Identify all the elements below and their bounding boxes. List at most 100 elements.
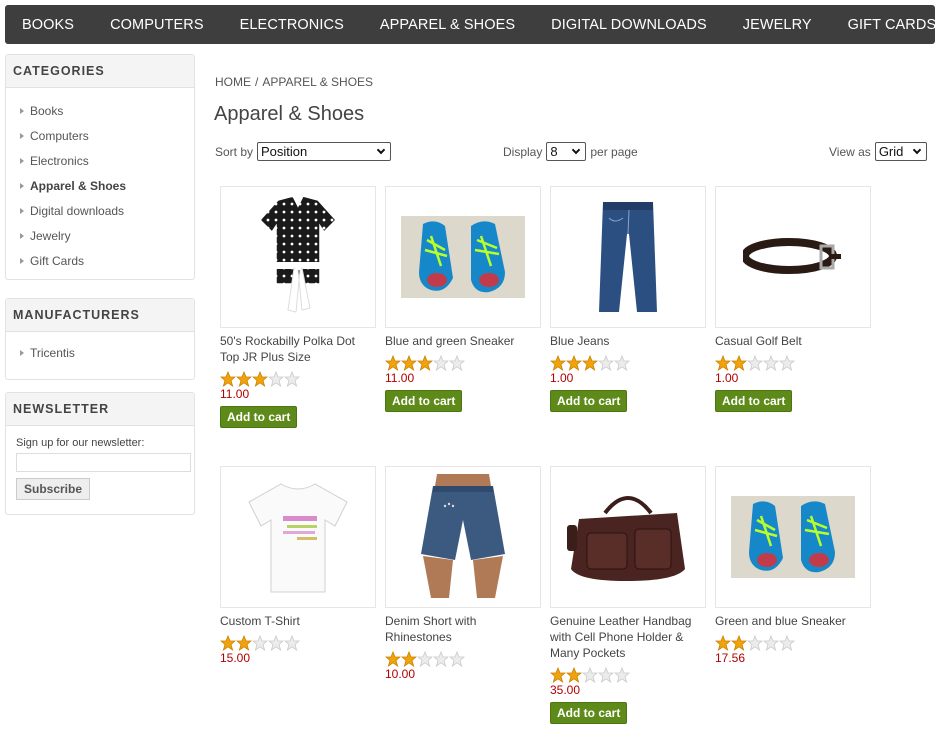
add-to-cart-button[interactable]: Add to cart bbox=[550, 390, 628, 412]
add-to-cart-button[interactable]: Add to cart bbox=[715, 390, 793, 412]
manufacturer-tricentis[interactable]: Tricentis bbox=[20, 340, 194, 365]
menu-gift-cards[interactable]: GIFT CARDS bbox=[848, 17, 937, 33]
rating-stars bbox=[385, 651, 541, 667]
product-card: Blue Jeans 1.00 Add to cart bbox=[550, 186, 706, 412]
arrow-right-icon bbox=[20, 157, 24, 164]
page-size-select[interactable]: 8 bbox=[546, 142, 587, 161]
product-title[interactable]: Green and blue Sneaker bbox=[715, 613, 871, 629]
product-price: 15.00 bbox=[220, 651, 251, 665]
category-computers[interactable]: Computers bbox=[20, 123, 194, 148]
chevron-down-icon bbox=[572, 145, 581, 155]
product-image[interactable] bbox=[715, 186, 871, 328]
manufacturers-title: MANUFACTURERS bbox=[6, 299, 194, 332]
star-filled-icon bbox=[566, 667, 582, 683]
display-label: Display bbox=[503, 144, 543, 159]
star-empty-icon bbox=[268, 635, 284, 651]
rating-stars bbox=[385, 355, 541, 371]
manufacturers-block: MANUFACTURERS Tricentis bbox=[5, 298, 195, 380]
arrow-right-icon bbox=[20, 182, 24, 189]
product-card: 50's Rockabilly Polka Dot Top JR Plus Si… bbox=[220, 186, 376, 428]
star-empty-icon bbox=[284, 371, 300, 387]
handbag-image bbox=[567, 496, 685, 581]
star-empty-icon bbox=[779, 355, 795, 371]
product-image[interactable] bbox=[550, 466, 706, 608]
star-empty-icon bbox=[449, 355, 465, 371]
chevron-down-icon bbox=[376, 145, 386, 155]
star-empty-icon bbox=[763, 355, 779, 371]
star-empty-icon bbox=[284, 635, 300, 651]
product-image[interactable] bbox=[220, 466, 376, 608]
categories-title: CATEGORIES bbox=[6, 55, 194, 88]
menu-jewelry[interactable]: JEWELRY bbox=[743, 17, 812, 33]
star-filled-icon bbox=[731, 355, 747, 371]
add-to-cart-button[interactable]: Add to cart bbox=[550, 702, 628, 724]
star-empty-icon bbox=[433, 651, 449, 667]
product-image[interactable] bbox=[385, 186, 541, 328]
sort-by-control: Sort by Position bbox=[215, 142, 395, 161]
polka-dot-top-image bbox=[258, 195, 338, 313]
add-to-cart-button[interactable]: Add to cart bbox=[220, 406, 298, 428]
star-filled-icon bbox=[220, 635, 236, 651]
product-card: Denim Short with Rhinestones 10.00 bbox=[385, 466, 541, 681]
rating-stars bbox=[220, 635, 376, 651]
star-filled-icon bbox=[582, 355, 598, 371]
product-title[interactable]: Casual Golf Belt bbox=[715, 333, 871, 349]
menu-electronics[interactable]: ELECTRONICS bbox=[240, 17, 344, 33]
star-filled-icon bbox=[401, 651, 417, 667]
newsletter-title: NEWSLETTER bbox=[6, 393, 194, 426]
view-mode-select[interactable]: Grid bbox=[874, 142, 927, 161]
sort-by-select[interactable]: Position bbox=[257, 142, 392, 161]
sneaker-image bbox=[401, 216, 525, 298]
star-empty-icon bbox=[598, 667, 614, 683]
product-price: 35.00 bbox=[550, 683, 581, 697]
menu-books[interactable]: BOOKS bbox=[22, 17, 74, 33]
tshirt-image bbox=[248, 483, 348, 593]
breadcrumb-home[interactable]: HOME bbox=[215, 75, 251, 89]
star-filled-icon bbox=[236, 371, 252, 387]
product-title[interactable]: Denim Short with Rhinestones bbox=[385, 613, 541, 645]
add-to-cart-button[interactable]: Add to cart bbox=[385, 390, 463, 412]
product-card: Blue and green Sneaker 11.00 Add to cart bbox=[385, 186, 541, 412]
category-books[interactable]: Books bbox=[20, 98, 194, 123]
star-filled-icon bbox=[236, 635, 252, 651]
product-image[interactable] bbox=[220, 186, 376, 328]
product-price: 11.00 bbox=[220, 387, 250, 401]
star-empty-icon bbox=[763, 635, 779, 651]
category-jewelry[interactable]: Jewelry bbox=[20, 223, 194, 248]
arrow-right-icon bbox=[20, 132, 24, 139]
breadcrumb: HOME / APPAREL & SHOES bbox=[215, 75, 373, 89]
star-filled-icon bbox=[385, 651, 401, 667]
product-title[interactable]: Custom T-Shirt bbox=[220, 613, 376, 629]
product-image[interactable] bbox=[715, 466, 871, 608]
product-card: Casual Golf Belt 1.00 Add to cart bbox=[715, 186, 871, 412]
star-filled-icon bbox=[385, 355, 401, 371]
product-title[interactable]: Blue Jeans bbox=[550, 333, 706, 349]
product-image[interactable] bbox=[550, 186, 706, 328]
category-apparel-shoes[interactable]: Apparel & Shoes bbox=[20, 173, 194, 198]
star-empty-icon bbox=[614, 355, 630, 371]
menu-digital-downloads[interactable]: DIGITAL DOWNLOADS bbox=[551, 17, 707, 33]
menu-apparel-shoes[interactable]: APPAREL & SHOES bbox=[380, 17, 515, 33]
category-digital-downloads[interactable]: Digital downloads bbox=[20, 198, 194, 223]
arrow-right-icon bbox=[20, 257, 24, 264]
category-gift-cards[interactable]: Gift Cards bbox=[20, 248, 194, 273]
newsletter-email-input[interactable] bbox=[16, 453, 191, 472]
star-filled-icon bbox=[417, 355, 433, 371]
star-empty-icon bbox=[598, 355, 614, 371]
arrow-right-icon bbox=[20, 207, 24, 214]
display-control: Display 8 per page bbox=[503, 142, 638, 161]
arrow-right-icon bbox=[20, 232, 24, 239]
menu-computers[interactable]: COMPUTERS bbox=[110, 17, 204, 33]
product-card: Custom T-Shirt 15.00 bbox=[220, 466, 376, 665]
newsletter-label: Sign up for our newsletter: bbox=[16, 437, 145, 449]
product-title[interactable]: 50's Rockabilly Polka Dot Top JR Plus Si… bbox=[220, 333, 376, 365]
belt-image bbox=[743, 238, 841, 274]
subscribe-button[interactable]: Subscribe bbox=[16, 478, 91, 500]
chevron-down-icon bbox=[912, 145, 922, 155]
category-electronics[interactable]: Electronics bbox=[20, 148, 194, 173]
product-image[interactable] bbox=[385, 466, 541, 608]
manufacturers-list: Tricentis bbox=[6, 332, 194, 379]
product-title[interactable]: Genuine Leather Handbag with Cell Phone … bbox=[550, 613, 706, 661]
categories-block: CATEGORIES Books Computers Electronics A… bbox=[5, 54, 195, 280]
product-title[interactable]: Blue and green Sneaker bbox=[385, 333, 541, 349]
